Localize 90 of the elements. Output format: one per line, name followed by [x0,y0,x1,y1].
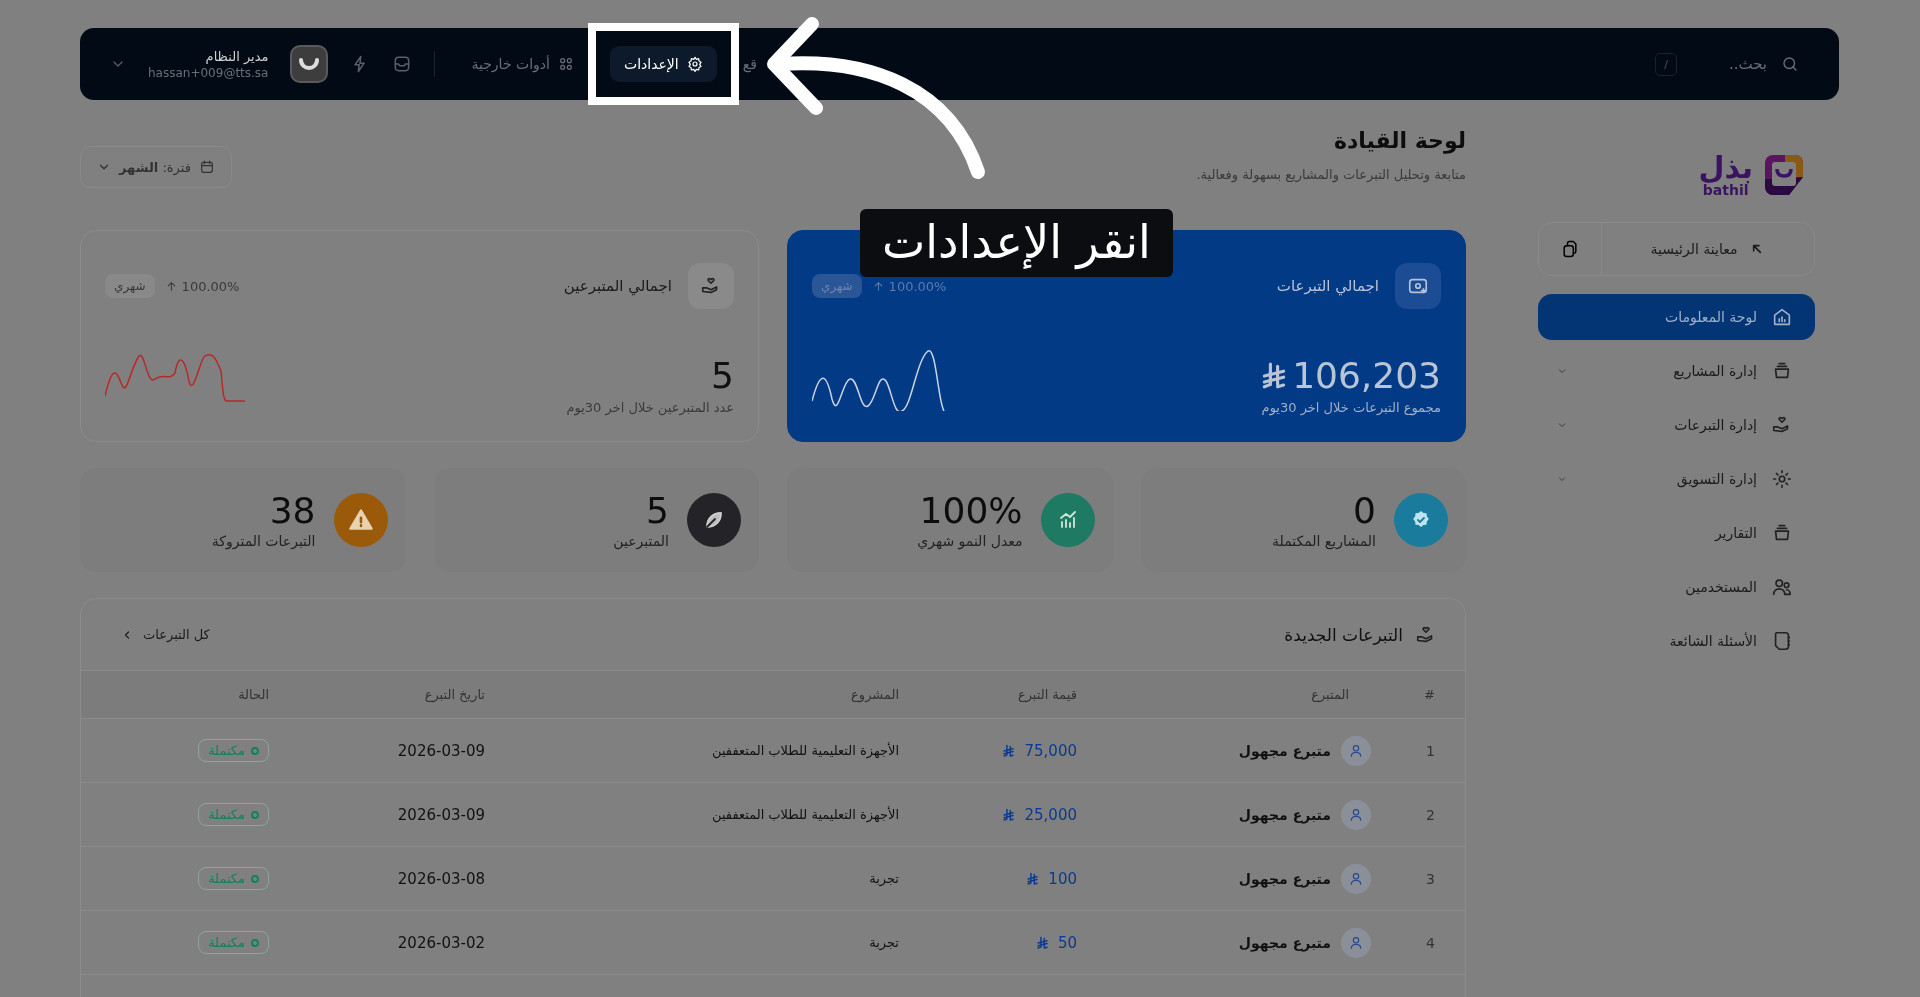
sun-icon [1771,468,1793,490]
status-badge: مكتملة [198,803,269,826]
card-title: اجمالي التبرعات [1276,277,1379,295]
column-header: المتبرع [1310,687,1350,702]
sidebar-item[interactable]: الأسئلة الشائعة [1538,618,1815,664]
calendar-icon [198,159,215,175]
card-title: اجمالي المتبرعين [563,277,672,295]
sidebar-item[interactable]: لوحة المعلومات [1538,294,1815,340]
sidebar-item[interactable]: إدارة المشاريع [1538,348,1815,394]
card-caption: عدد المتبرعين خلال اخر 30يوم [566,400,734,415]
status-badge: مكتملة [198,739,269,762]
table-cell: 100 [1027,869,1077,888]
page-subtitle: متابعة وتحليل التبرعات والمشاريع بسهولة وفعالية. [1196,167,1466,182]
column-header: تاريخ التبرع [423,687,486,702]
table-cell-text: تجربة [868,935,900,950]
settings-icon [686,56,703,72]
user-avatar[interactable] [290,45,329,83]
table-cell-text: 2026-03-02 [396,933,486,952]
sidebar-item[interactable]: التقارير [1538,510,1815,556]
table-cell-text: 1 [1425,742,1436,759]
nav-button[interactable]: الإعدادات [609,46,717,82]
card-value: 106,203 [1262,355,1441,396]
smile-icon [299,58,320,70]
warning-icon [347,507,374,533]
users-icon [1771,576,1793,598]
user-icon [1348,934,1364,951]
card-caption: مجموع التبرعات خلال اخر 30يوم [1261,400,1441,415]
status-badge: مكتملة [198,867,269,890]
table-cell-text: تجربة [868,871,900,886]
tutorial-callout: انقر الإعدادات [860,209,1173,277]
table-cell: متبرع مجهول [1238,934,1331,951]
stat-label: المتبرعين [613,532,669,549]
stat-label: المشاريع المكتملة [1272,532,1376,549]
stat-value: 38 [269,491,316,531]
status-badge: مكتملة [198,931,269,954]
home-chart-icon [1771,306,1793,328]
table-cell-text: الأجهزة التعليمية للطلاب المتعففين [711,807,900,822]
period-badge: شهري [812,274,862,298]
user-icon [1348,806,1364,823]
sidebar-item[interactable]: إدارة التسويق [1538,456,1815,502]
change-value: 100.00% [871,278,947,294]
stat-label: التبرعات المتروكة [211,532,316,549]
all-donations-link[interactable]: كل التبرعات [121,627,210,642]
search-icon [1781,55,1799,73]
table-cell: 75,000 [1003,741,1077,760]
user-icon [1348,870,1364,887]
riyal-icon [1036,935,1048,950]
user-email: hassan+009@tts.sa [148,65,269,80]
column-header: المشروع [850,687,900,702]
period-badge: شهري [105,274,155,298]
column-header: # [1423,687,1436,702]
column-header: قيمة التبرع [1016,687,1078,702]
column-header: الحالة [237,687,270,702]
table-cell-text: الأجهزة التعليمية للطلاب المتعففين [711,743,900,758]
logo-text: بذل [1698,153,1753,183]
sidebar-item[interactable]: المستخدمين [1538,564,1815,610]
table-cell-text: 2 [1425,806,1436,823]
nav-button[interactable]: أدوات خارجية [457,46,588,82]
riyal-icon [1027,871,1039,886]
table-cell-text: 2026-03-08 [396,869,486,888]
search-field[interactable]: بحث.. [1689,54,1769,74]
apps-grid-icon [557,56,574,72]
nav-button[interactable]: قع [738,46,761,82]
user-icon [1348,742,1364,759]
period-filter[interactable]: فترة: الشهر [80,146,232,188]
stat-value: 0 [1353,491,1376,531]
table-cell-text: 4 [1425,934,1436,951]
table-title: التبرعات الجديدة [1284,624,1403,645]
stat-value: 5 [646,491,669,531]
copy-icon [1560,239,1580,259]
table-cell: متبرع مجهول [1238,742,1331,759]
table-cell-text: 3 [1425,870,1436,887]
riyal-icon [1003,807,1015,822]
shortcut-key: / [1655,52,1677,76]
table-cell-text: 2026-03-09 [396,741,486,760]
preview-home-button[interactable]: معاينة الرئيسية [1601,223,1814,275]
table-cell: متبرع مجهول [1238,806,1331,823]
table-cell-text: 2026-03-09 [396,805,486,824]
page-title: لوحة القيادة [1332,128,1466,153]
change-value: 100.00% [164,278,240,294]
logo-subtext: bathil [1702,183,1749,197]
card-value: 5 [711,355,734,396]
table-cell: متبرع مجهول [1238,870,1331,887]
sidebar-item[interactable]: إدارة التبرعات [1538,402,1815,448]
user-name: مدير النظام [205,48,269,64]
table-cell: 25,000 [1003,805,1077,824]
table-cell: 50 [1036,933,1077,952]
stat-value: 100% [919,491,1023,531]
stat-label: معدل النمو شهري [917,532,1023,549]
riyal-icon [1003,743,1015,758]
